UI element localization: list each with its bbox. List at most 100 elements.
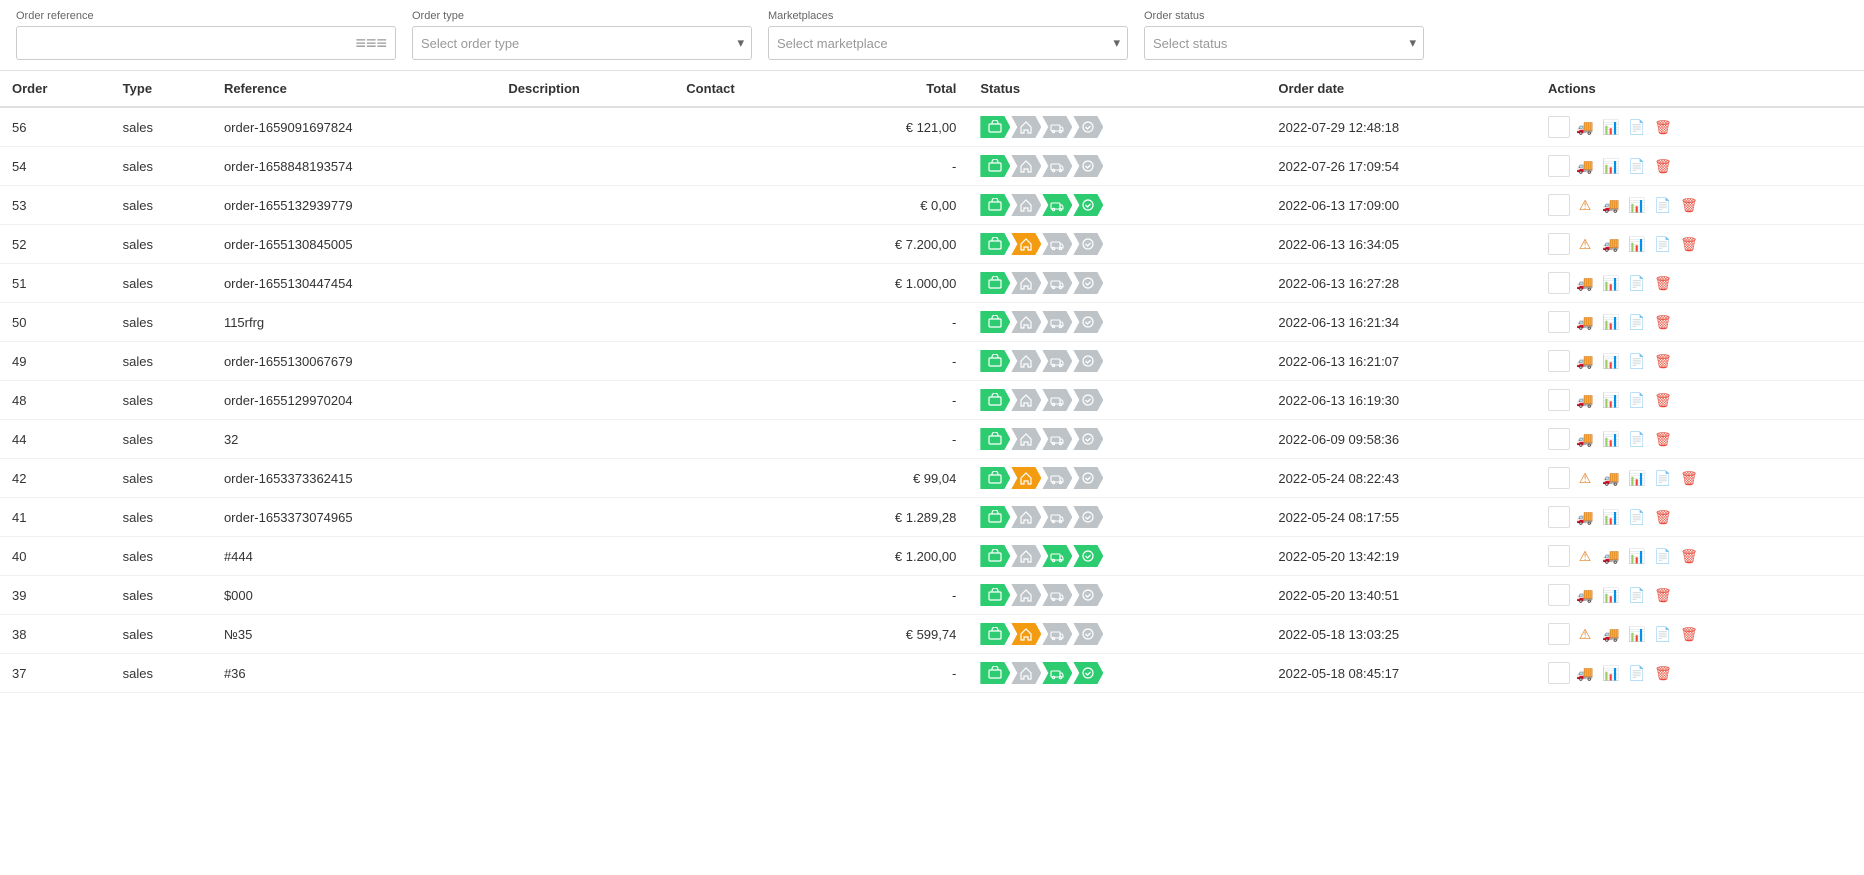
action-select[interactable] [1548, 506, 1570, 528]
action-delete[interactable]: 🗑 [1652, 389, 1674, 411]
action-select[interactable] [1548, 428, 1570, 450]
action-shipping[interactable]: 🚚 [1574, 662, 1596, 684]
action-shipping[interactable]: 🚚 [1600, 623, 1622, 645]
cell-contact [674, 186, 809, 225]
action-document[interactable]: 📄 [1626, 155, 1648, 177]
cell-reference: order-1655130067679 [212, 342, 496, 381]
cell-type: sales [111, 186, 212, 225]
action-delete[interactable]: 🗑 [1678, 467, 1700, 489]
action-shipping[interactable]: 🚚 [1574, 350, 1596, 372]
action-delete[interactable]: 🗑 [1652, 155, 1674, 177]
action-shipping[interactable]: 🚚 [1574, 272, 1596, 294]
action-select[interactable] [1548, 584, 1570, 606]
marketplace-select[interactable]: Select marketplace [768, 26, 1128, 60]
action-shipping[interactable]: 🚚 [1574, 584, 1596, 606]
action-document[interactable]: 📄 [1652, 467, 1674, 489]
action-delete[interactable]: 🗑 [1652, 428, 1674, 450]
action-document[interactable]: 📄 [1626, 272, 1648, 294]
action-shipping[interactable]: 🚚 [1600, 194, 1622, 216]
action-stats[interactable]: 📊 [1600, 155, 1622, 177]
action-stats[interactable]: 📊 [1600, 350, 1622, 372]
action-delete[interactable]: 🗑 [1652, 272, 1674, 294]
action-delete[interactable]: 🗑 [1678, 233, 1700, 255]
action-select[interactable] [1548, 155, 1570, 177]
action-shipping[interactable]: 🚚 [1574, 428, 1596, 450]
action-document[interactable]: 📄 [1626, 506, 1648, 528]
action-select[interactable] [1548, 116, 1570, 138]
action-delete[interactable]: 🗑 [1652, 506, 1674, 528]
cell-total: - [809, 576, 968, 615]
action-document[interactable]: 📄 [1626, 116, 1648, 138]
action-document[interactable]: 📄 [1652, 623, 1674, 645]
action-select[interactable] [1548, 350, 1570, 372]
action-document[interactable]: 📄 [1626, 311, 1648, 333]
action-delete[interactable]: 🗑 [1652, 584, 1674, 606]
action-document[interactable]: 📄 [1652, 194, 1674, 216]
order-status-select[interactable]: Select status [1144, 26, 1424, 60]
action-delete[interactable]: 🗑 [1678, 623, 1700, 645]
cell-order: 54 [0, 147, 111, 186]
th-total: Total [809, 71, 968, 107]
action-stats[interactable]: 📊 [1600, 428, 1622, 450]
action-delete[interactable]: 🗑 [1652, 116, 1674, 138]
action-warning[interactable]: ⚠ [1574, 233, 1596, 255]
action-select[interactable] [1548, 545, 1570, 567]
action-select[interactable] [1548, 272, 1570, 294]
action-warning[interactable]: ⚠ [1574, 194, 1596, 216]
action-stats[interactable]: 📊 [1600, 311, 1622, 333]
action-select[interactable] [1548, 311, 1570, 333]
action-select[interactable] [1548, 233, 1570, 255]
action-select[interactable] [1548, 662, 1570, 684]
action-delete[interactable]: 🗑 [1678, 194, 1700, 216]
action-stats[interactable]: 📊 [1600, 506, 1622, 528]
action-stats[interactable]: 📊 [1600, 662, 1622, 684]
action-document[interactable]: 📄 [1626, 428, 1648, 450]
action-shipping[interactable]: 🚚 [1600, 233, 1622, 255]
action-warning[interactable]: ⚠ [1574, 467, 1596, 489]
action-shipping[interactable]: 🚚 [1574, 389, 1596, 411]
action-warning[interactable]: ⚠ [1574, 545, 1596, 567]
cell-order: 50 [0, 303, 111, 342]
action-document[interactable]: 📄 [1626, 584, 1648, 606]
th-status: Status [968, 71, 1266, 107]
action-shipping[interactable]: 🚚 [1574, 155, 1596, 177]
action-stats[interactable]: 📊 [1626, 467, 1648, 489]
action-delete[interactable]: 🗑 [1678, 545, 1700, 567]
action-stats[interactable]: 📊 [1626, 233, 1648, 255]
th-type: Type [111, 71, 212, 107]
cell-status [968, 225, 1266, 264]
order-type-select[interactable]: Select order type [412, 26, 752, 60]
action-select[interactable] [1548, 194, 1570, 216]
cell-status [968, 381, 1266, 420]
action-shipping[interactable]: 🚚 [1574, 506, 1596, 528]
action-delete[interactable]: 🗑 [1652, 350, 1674, 372]
cell-contact [674, 537, 809, 576]
action-select[interactable] [1548, 389, 1570, 411]
action-warning[interactable]: ⚠ [1574, 623, 1596, 645]
cell-contact [674, 225, 809, 264]
action-stats[interactable]: 📊 [1626, 623, 1648, 645]
cell-status [968, 107, 1266, 147]
action-stats[interactable]: 📊 [1626, 194, 1648, 216]
action-document[interactable]: 📄 [1626, 662, 1648, 684]
action-stats[interactable]: 📊 [1600, 116, 1622, 138]
action-shipping[interactable]: 🚚 [1574, 116, 1596, 138]
action-stats[interactable]: 📊 [1600, 272, 1622, 294]
action-stats[interactable]: 📊 [1600, 389, 1622, 411]
action-select[interactable] [1548, 467, 1570, 489]
action-shipping[interactable]: 🚚 [1574, 311, 1596, 333]
action-stats[interactable]: 📊 [1626, 545, 1648, 567]
action-shipping[interactable]: 🚚 [1600, 545, 1622, 567]
table-row: 56 sales order-1659091697824 € 121,00 20… [0, 107, 1864, 147]
action-document[interactable]: 📄 [1652, 233, 1674, 255]
action-document[interactable]: 📄 [1626, 350, 1648, 372]
cell-contact [674, 498, 809, 537]
action-delete[interactable]: 🗑 [1652, 662, 1674, 684]
action-document[interactable]: 📄 [1652, 545, 1674, 567]
order-reference-input[interactable] [25, 36, 347, 51]
action-delete[interactable]: 🗑 [1652, 311, 1674, 333]
action-select[interactable] [1548, 623, 1570, 645]
action-stats[interactable]: 📊 [1600, 584, 1622, 606]
action-document[interactable]: 📄 [1626, 389, 1648, 411]
action-shipping[interactable]: 🚚 [1600, 467, 1622, 489]
